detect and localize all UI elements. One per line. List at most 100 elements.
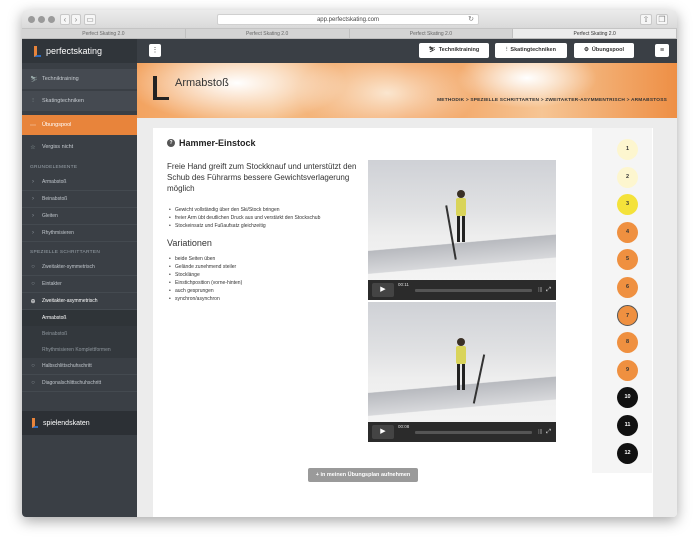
sidebar-item-label: Halbschlittschuhschritt (42, 363, 92, 369)
level-circle-9[interactable]: 9 (617, 359, 638, 381)
zoom-window-button[interactable] (48, 16, 55, 23)
video-scrubber[interactable] (414, 288, 533, 292)
level-circle-2[interactable]: 2 (617, 166, 638, 188)
skater-logo-icon (34, 45, 41, 57)
browser-tab-active[interactable]: Perfect Skating 2.0 (513, 29, 677, 38)
list-item: Einstichposition (vorne-hinten) (167, 279, 367, 287)
level-circle-10[interactable]: 10 (617, 387, 638, 409)
fullscreen-icon[interactable]: ⤢ (546, 429, 551, 436)
chevron-right-icon: › (32, 230, 34, 236)
sidebar-item-label: Skatingtechniken (42, 98, 84, 104)
close-window-button[interactable] (28, 16, 35, 23)
star-icon: ☆ (30, 144, 36, 151)
spielendskaten-link[interactable]: spielendskaten (22, 411, 137, 435)
sidebar-item-armabstoss[interactable]: › Armabstoß (22, 174, 137, 191)
browser-tab[interactable]: Perfect Skating 2.0 (22, 29, 186, 38)
list-item: Gelände zunehmend steiler (167, 263, 367, 271)
sidebar-item-skatingtechniken[interactable]: ⫶ Skatingtechniken (22, 91, 137, 111)
sidebar-item-rhythmisieren[interactable]: › Rhythmisieren (22, 225, 137, 242)
main-content: ? Hammer-Einstock Freie Hand greift zum … (137, 118, 677, 517)
armabstoss-figure-icon (153, 76, 169, 100)
sidebar-subitem-beinabstoss[interactable]: Beinabstoß (22, 326, 137, 342)
breadcrumb[interactable]: METHODIK > SPEZIELLE SCHRITTARTEN > ZWEI… (437, 98, 667, 103)
browser-tab[interactable]: Perfect Skating 2.0 (350, 29, 514, 38)
level-circle-4[interactable]: 4 (617, 221, 638, 243)
level-circle-11[interactable]: 11 (617, 415, 638, 436)
sidebar-item-gleiten[interactable]: › Gleiten (22, 208, 137, 225)
more-menu-button[interactable]: ⋮ (149, 44, 161, 57)
techniktraining-button[interactable]: ⛷ Techniktraining (419, 43, 489, 58)
sidebar-item-uebungspool[interactable]: ⋯ Übungspool (22, 115, 137, 135)
circle-plus-icon: ⊕ (30, 298, 36, 305)
sidebar-section-heading: GRUNDELEMENTE (30, 165, 78, 170)
sidebar-item-label: Armabstoß (42, 179, 67, 185)
sidebar-item-eintakter[interactable]: ○ Eintakter (22, 276, 137, 293)
level-circle-8[interactable]: 8 (617, 332, 638, 354)
button-label: Techniktraining (438, 47, 480, 53)
video-scrubber[interactable] (415, 430, 533, 434)
sidebar-item-label: Eintakter (42, 281, 62, 287)
skier-figure (454, 190, 468, 252)
play-button[interactable]: ▶ (372, 283, 394, 297)
video-time: 00:08 (398, 423, 410, 429)
sidebar-item-beinabstoss[interactable]: › Beinabstoß (22, 191, 137, 208)
list-item: Stockeinsatz und Fußaufsatz gleichzeitig (167, 222, 367, 230)
sidebar-item-zweitakter-symmetrisch[interactable]: ○ Zweitakter-symmetrisch (22, 259, 137, 276)
video-controls: ▶ 00:11 ||| ⤢ (368, 280, 556, 300)
sidebar-toggle-icon[interactable]: ▭ (84, 14, 96, 25)
sidebar-section-heading: SPEZIELLE SCHRITTARTEN (30, 250, 101, 255)
skier-icon: ⛷ (30, 76, 38, 83)
level-circle-3[interactable]: 3 (617, 194, 638, 216)
level-circle-5[interactable]: 5 (617, 249, 638, 271)
tabs-overview-icon[interactable]: ❐ (656, 14, 668, 25)
back-button[interactable]: ‹ (60, 14, 70, 25)
level-circle-7[interactable]: 7 (617, 304, 638, 326)
sidebar-subitem-rhythmisieren[interactable]: Rhythmisieren Komplettformen (22, 342, 137, 358)
difficulty-levels: 1 2 3 4 5 6 7 8 9 10 11 12 (592, 128, 652, 473)
sidebar-item-zweitakter-asymmetrisch[interactable]: ⊕ Zweitakter-asymmetrisch (22, 293, 137, 310)
video-player-2[interactable]: ▶ 00:08 ||| ⤢ (368, 302, 556, 442)
add-to-plan-button[interactable]: + in meinen Übungsplan aufnehmen (308, 468, 418, 482)
video-controls: ▶ 00:08 ||| ⤢ (368, 422, 556, 442)
forward-button[interactable]: › (71, 14, 81, 25)
level-circle-1[interactable]: 1 (617, 139, 638, 160)
dots-icon: ⋯ (30, 122, 36, 129)
browser-tab[interactable]: Perfect Skating 2.0 (186, 29, 350, 38)
share-icon[interactable]: ⇧ (640, 14, 652, 25)
exercise-title-text: Hammer-Einstock (179, 138, 256, 148)
sidebar-item-label: Rhythmisieren (42, 230, 74, 236)
list-item: freier Arm übt deutlichen Druck aus und … (167, 214, 367, 222)
hamburger-menu-icon[interactable]: ≡ (655, 44, 669, 57)
brand-logo[interactable]: perfectskating (22, 39, 137, 63)
sidebar-item-vergiss-nicht[interactable]: ☆ Vergiss nicht (22, 137, 137, 157)
button-label: Übungspool (591, 47, 624, 53)
address-bar[interactable]: app.perfectskating.com ↻ (217, 14, 479, 25)
chevron-right-icon: › (32, 196, 34, 202)
circle-icon: ○ (31, 380, 35, 386)
level-circle-12[interactable]: 12 (617, 442, 638, 464)
play-button[interactable]: ▶ (372, 425, 394, 439)
uebungspool-button[interactable]: ⚙ Übungspool (574, 43, 634, 58)
reload-icon[interactable]: ↻ (468, 15, 474, 25)
sidebar-item-halbschlittschuhschritt[interactable]: ○ Halbschlittschuhschritt (22, 358, 137, 375)
browser-window: ‹ › ▭ app.perfectskating.com ↻ ⇧ ❐ Perfe… (22, 10, 677, 517)
question-icon[interactable]: ? (167, 139, 175, 147)
browser-titlebar: ‹ › ▭ app.perfectskating.com ↻ ⇧ ❐ (22, 10, 677, 29)
skatingtechniken-button[interactable]: ⫶ Skatingtechniken (495, 43, 567, 58)
footer-brand-name: spielendskaten (43, 419, 90, 427)
volume-icon[interactable]: ||| (538, 287, 542, 293)
exercise-lead: Freie Hand greift zum Stockknauf und unt… (167, 162, 357, 193)
page-title: Armabstoß (175, 77, 229, 89)
level-circle-6[interactable]: 6 (617, 277, 638, 298)
minimize-window-button[interactable] (38, 16, 45, 23)
fullscreen-icon[interactable]: ⤢ (546, 287, 551, 294)
sidebar-subitem-armabstoss[interactable]: Armabstoß (22, 310, 137, 326)
list-item: beide Seiten üben (167, 255, 367, 263)
sidebar-item-techniktraining[interactable]: ⛷ Techniktraining (22, 69, 137, 89)
circle-icon: ○ (31, 363, 35, 369)
volume-icon[interactable]: ||| (538, 429, 542, 435)
sidebar-item-diagonalschlittschuhschritt[interactable]: ○ Diagonalschlittschuhschritt (22, 375, 137, 392)
video-player-1[interactable]: ▶ 00:11 ||| ⤢ (368, 160, 556, 300)
button-label: Skatingtechniken (510, 47, 556, 53)
video-time: 00:11 (398, 281, 409, 287)
